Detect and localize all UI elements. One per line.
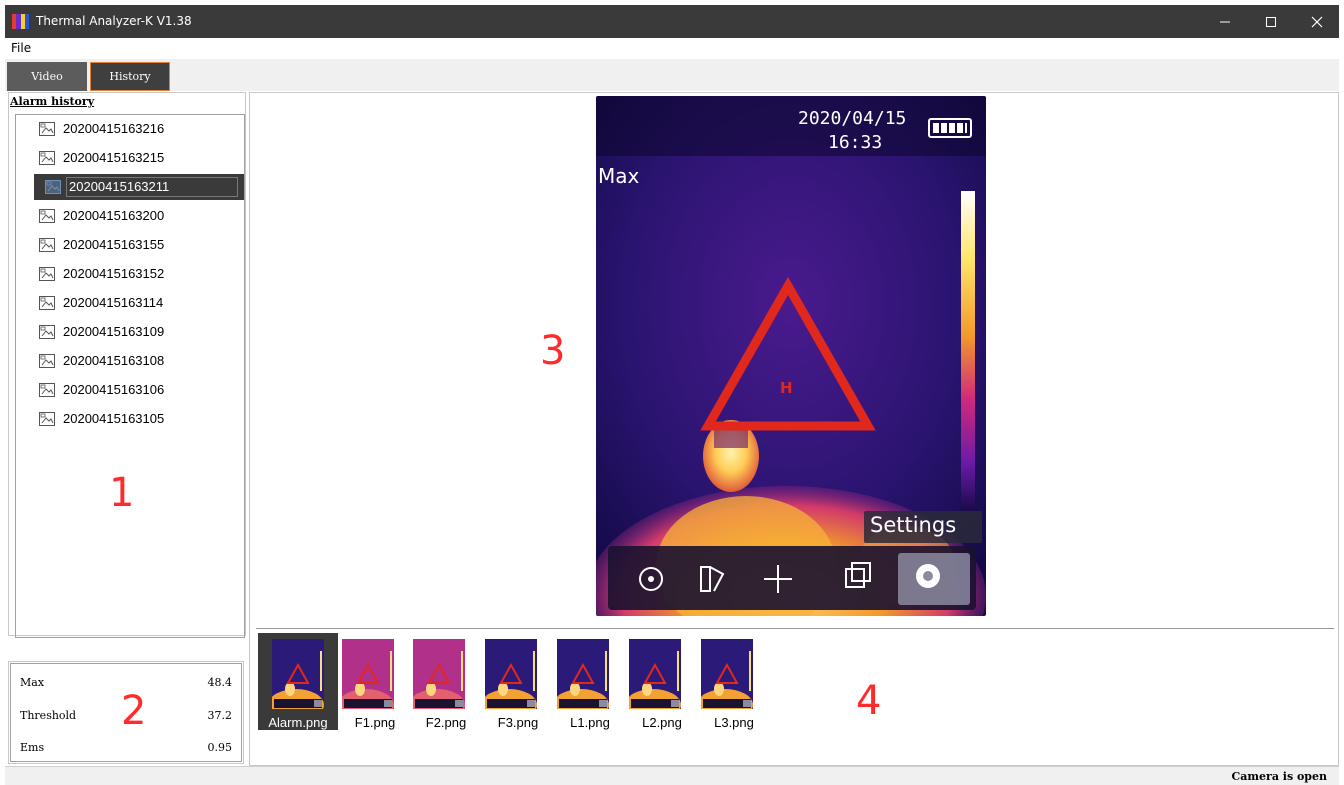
alarm-history-item[interactable]: 20200415163114 — [16, 290, 244, 316]
alarm-history-item-label: 20200415163211 — [69, 179, 170, 194]
alarm-history-item-label: 20200415163215 — [63, 150, 165, 165]
thumbnail[interactable]: L2.png — [629, 633, 695, 730]
thermal-image-svg — [596, 96, 986, 616]
alarm-history-item-label: 20200415163109 — [63, 324, 165, 339]
close-button[interactable] — [1294, 5, 1340, 38]
image-file-icon — [39, 238, 55, 252]
thumbnail-image — [701, 639, 753, 709]
image-viewer-panel: 2020/04/15 16:33 Max H Settings 3 Alarm.… — [249, 92, 1339, 766]
minimize-icon — [1220, 21, 1230, 22]
overlay-date: 2020/04/15 — [798, 108, 907, 129]
alarm-history-item-label: 20200415163114 — [63, 295, 164, 310]
annotation-2: 2 — [121, 688, 147, 734]
alarm-history-item-label: 20200415163152 — [63, 266, 165, 281]
thumbnail-label: F2.png — [425, 715, 467, 730]
stat-threshold-value: 37.2 — [207, 709, 233, 722]
status-text: Camera is open — [1231, 770, 1328, 783]
alarm-history-item-label: 20200415163108 — [63, 353, 165, 368]
thumbnail-image — [485, 639, 537, 709]
alarm-history-item[interactable]: 20200415163216 — [16, 116, 244, 142]
menu-bar: File — [5, 38, 1339, 59]
thumbnail-label: Alarm.png — [268, 715, 328, 730]
thumbnail[interactable]: F2.png — [413, 633, 479, 730]
alarm-history-tree[interactable]: 20200415163216 20200415163215 202004151632… — [15, 114, 245, 638]
thumbnail-image — [342, 639, 394, 709]
maximize-icon — [1266, 16, 1276, 27]
alarm-history-item-label: 20200415163216 — [63, 121, 165, 136]
thumbnail-divider — [256, 628, 1334, 629]
thermal-image[interactable]: 2020/04/15 16:33 Max H Settings — [596, 96, 986, 616]
tab-video[interactable]: Video — [7, 62, 87, 91]
image-file-icon — [45, 180, 61, 194]
thumbnail[interactable]: F1.png — [342, 633, 408, 730]
title-bar: Thermal Analyzer-K V1.38 — [5, 5, 1339, 38]
alarm-history-item[interactable]: 20200415163152 — [16, 261, 244, 287]
overlay-time: 16:33 — [828, 132, 883, 153]
battery-icon — [928, 118, 972, 138]
image-file-icon — [39, 209, 55, 223]
camera-toolbar — [608, 546, 976, 610]
app-window: Thermal Analyzer-K V1.38 File Video Hist… — [5, 5, 1339, 785]
thumbnail-label: L3.png — [714, 715, 754, 730]
thumbnail-label: F3.png — [497, 715, 539, 730]
menu-file[interactable]: File — [11, 41, 31, 55]
app-logo-icon — [12, 14, 29, 29]
thumbnail[interactable]: F3.png — [485, 633, 551, 730]
image-file-icon — [39, 296, 55, 310]
image-file-icon — [39, 151, 55, 165]
image-file-icon — [39, 325, 55, 339]
annotation-1: 1 — [109, 470, 135, 516]
status-bar: Camera is open — [5, 766, 1339, 785]
stat-threshold-label: Threshold — [20, 709, 77, 722]
alarm-history-item-label: 20200415163106 — [63, 382, 165, 397]
thumbnail-image — [557, 639, 609, 709]
image-file-icon — [39, 383, 55, 397]
tab-history[interactable]: History — [90, 62, 170, 91]
tab-bar: Video History — [5, 59, 1339, 91]
stat-ems-label: Ems — [20, 741, 45, 754]
thumbnail-image — [272, 639, 324, 709]
alarm-history-item-label: 20200415163105 — [63, 411, 165, 426]
thumbnail-image — [413, 639, 465, 709]
image-file-icon — [39, 267, 55, 281]
alarm-history-item[interactable]: 20200415163155 — [16, 232, 244, 258]
thumbnail[interactable]: L1.png — [557, 633, 623, 730]
window-title: Thermal Analyzer-K V1.38 — [36, 14, 192, 28]
alarm-history-panel: Alarm history 20200415163216 202004151632… — [8, 92, 246, 638]
alarm-history-item[interactable]: 20200415163109 — [16, 319, 244, 345]
thumbnail-image — [629, 639, 681, 709]
hotspot-marker: H — [780, 379, 793, 397]
stat-ems: Ems 0.95 — [20, 741, 232, 754]
image-file-icon — [39, 412, 55, 426]
alarm-history-item[interactable]: 20200415163200 — [16, 203, 244, 229]
alarm-history-item[interactable]: 20200415163105 — [16, 406, 244, 432]
thumbnail[interactable]: L3.png — [701, 633, 767, 730]
stat-max-label: Max — [20, 676, 45, 689]
alarm-history-item[interactable]: 20200415163215 — [16, 145, 244, 171]
annotation-4: 4 — [856, 678, 882, 724]
stat-max-value: 48.4 — [207, 676, 233, 689]
thumbnail[interactable]: Alarm.png — [258, 633, 338, 730]
close-icon — [1311, 16, 1323, 27]
stat-ems-value: 0.95 — [207, 741, 233, 754]
alarm-history-item-label: 20200415163200 — [63, 208, 165, 223]
alarm-history-item[interactable]: 20200415163211 — [16, 174, 244, 200]
thumbnail-label: L2.png — [642, 715, 682, 730]
thumbnail-label: L1.png — [570, 715, 610, 730]
alarm-history-item-label: 20200415163155 — [63, 237, 165, 252]
alarm-history-item[interactable]: 20200415163108 — [16, 348, 244, 374]
alarm-history-title: Alarm history — [10, 95, 95, 108]
settings-tooltip: Settings — [870, 513, 957, 537]
overlay-max-label: Max — [598, 164, 640, 188]
alarm-history-item[interactable]: 20200415163106 — [16, 377, 244, 403]
maximize-button[interactable] — [1248, 5, 1294, 38]
image-file-icon — [39, 354, 55, 368]
image-file-icon — [39, 122, 55, 136]
minimize-button[interactable] — [1202, 5, 1248, 38]
annotation-3: 3 — [540, 328, 566, 374]
thumbnail-label: F1.png — [354, 715, 396, 730]
